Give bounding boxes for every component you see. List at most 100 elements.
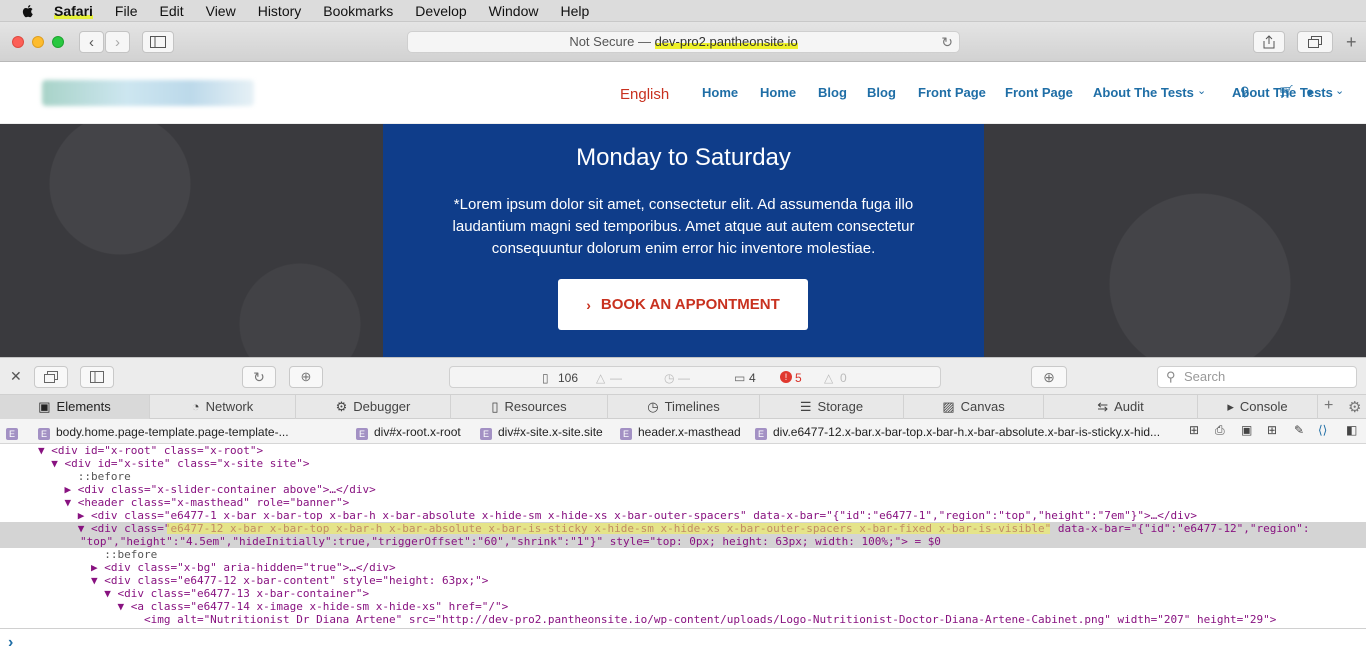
error-icon[interactable]: ! [780, 371, 792, 383]
book-appointment-button[interactable]: › BOOK AN APPONTMENT [558, 279, 808, 330]
console-prompt-icon: › [8, 634, 14, 651]
cart-icon[interactable]: 🛒︎ [1278, 84, 1295, 100]
nav-front-page[interactable]: Front Page [918, 85, 986, 100]
menu-view[interactable]: View [206, 3, 236, 19]
dom-tree: ▼ <div id="x-root" class="x-root"> ▼ <di… [0, 444, 1366, 628]
add-tab-icon[interactable]: + [1324, 397, 1333, 415]
dom-pseudo[interactable]: ::before [38, 470, 131, 483]
dom-node[interactable]: ▼ <div class="e6477-12 x-bar-content" st… [38, 574, 488, 587]
layout-icon[interactable]: ⊞ [1189, 423, 1199, 437]
web-page: English Home Home Blog Blog Front Page F… [0, 62, 1366, 357]
tab-audit[interactable]: ⇆ Audit [1044, 395, 1198, 419]
download-archive-button[interactable]: ⊕ [289, 366, 323, 388]
zoom-window-button[interactable] [52, 36, 64, 48]
bug-icon: ⚙ [335, 399, 348, 414]
message-icon[interactable]: ▭ [734, 371, 745, 385]
dom-node[interactable]: ▼ <a class="e6477-14 x-image x-hide-sm x… [38, 600, 508, 613]
forward-button[interactable]: › [105, 31, 130, 53]
reload-icon[interactable]: ↻ [941, 32, 953, 52]
breadcrumb-bar[interactable]: Ediv.e6477-12.x-bar.x-bar-top.x-bar-h.x-… [755, 425, 1160, 440]
dock-detach-button[interactable] [34, 366, 68, 388]
dom-node[interactable]: ▼ <div id="x-site" class="x-site site"> [38, 457, 309, 470]
sidebar-toggle-icon[interactable]: ◧ [1346, 423, 1357, 437]
tab-canvas[interactable]: ▨ Canvas [904, 395, 1044, 419]
audit-icon: ⇆ [1097, 399, 1109, 414]
back-button[interactable]: ‹ [79, 31, 104, 53]
tabs-overview-button[interactable] [1297, 31, 1333, 53]
console-input[interactable]: › [0, 628, 1366, 657]
dom-node[interactable]: ▼ <div class="e6477-13 x-bar-container"> [38, 587, 369, 600]
address-bar[interactable]: Not Secure — dev-pro2.pantheonsite.io ↻ [407, 31, 960, 53]
breadcrumb-label: div#x-root.x-root [374, 425, 461, 439]
close-devtools-icon[interactable]: ✕ [10, 368, 22, 385]
close-window-button[interactable] [12, 36, 24, 48]
tab-network[interactable]: ◔ Network [150, 395, 296, 419]
tab-timelines[interactable]: ◷ Timelines [608, 395, 760, 419]
breadcrumb-masthead[interactable]: Eheader.x-masthead [620, 425, 741, 440]
nav-home[interactable]: Home [702, 85, 738, 100]
inspect-element-button[interactable]: ⊕ [1031, 366, 1067, 388]
dock-side-button[interactable] [80, 366, 114, 388]
message-count[interactable]: 4 [749, 371, 756, 385]
menu-safari[interactable]: Safari [54, 2, 93, 19]
reload-page-button[interactable]: ↻ [242, 366, 276, 388]
dom-node[interactable]: ▼ <div id="x-root" class="x-root"> [38, 444, 263, 457]
dom-pseudo[interactable]: ::before [38, 548, 157, 561]
code-brackets-icon[interactable]: ⟨⟩ [1318, 423, 1327, 437]
menu-bookmarks[interactable]: Bookmarks [323, 3, 393, 19]
tab-debugger[interactable]: ⚙ Debugger [296, 395, 451, 419]
nav-about-tests[interactable]: About The Tests [1093, 85, 1194, 100]
menu-help[interactable]: Help [560, 3, 589, 19]
rendering-icon[interactable]: ▣ [1241, 423, 1252, 437]
dom-node[interactable]: ▶ <div class="x-slider-container above">… [38, 483, 375, 496]
nav-front-page-2[interactable]: Front Page [1005, 85, 1073, 100]
grid-icon[interactable]: ⊞ [1267, 423, 1277, 437]
share-button[interactable] [1253, 31, 1285, 53]
breadcrumb-site[interactable]: Ediv#x-site.x-site.site [480, 425, 603, 440]
chevron-down-icon: ⌄ [1197, 85, 1207, 97]
site-logo[interactable] [42, 80, 254, 106]
search-icon[interactable]: ⚲ [1240, 84, 1250, 100]
tab-resources[interactable]: ▯ Resources [451, 395, 608, 419]
menu-file[interactable]: File [115, 3, 138, 19]
breadcrumb-body[interactable]: Ebody.home.page-template.page-template-.… [38, 425, 289, 440]
menu-develop[interactable]: Develop [415, 3, 466, 19]
breadcrumb-root-icon[interactable]: E [6, 425, 24, 440]
language-switcher[interactable]: English [620, 86, 669, 103]
security-label: Not Secure — [569, 34, 655, 49]
breadcrumb-label: body.home.page-template.page-template-..… [56, 425, 289, 439]
dom-node[interactable]: ▶ <div class="x-bg" aria-hidden="true">…… [38, 561, 396, 574]
nav-blog-2[interactable]: Blog [867, 85, 896, 100]
sidebar-button[interactable] [142, 31, 174, 53]
account-icon[interactable]: ● [1306, 84, 1314, 99]
menu-window[interactable]: Window [489, 3, 539, 19]
new-tab-icon[interactable]: + [1346, 32, 1357, 53]
nav-blog[interactable]: Blog [818, 85, 847, 100]
address-host: dev-pro2.pantheonsite.io [654, 34, 798, 49]
activity-status: ▯ 106 △ — ◷ — ▭ 4 ! 5 △ 0 [449, 366, 941, 388]
nav-home-2[interactable]: Home [760, 85, 796, 100]
dom-node[interactable]: <img alt="Nutritionist Dr Diana Artene" … [38, 613, 1276, 626]
class-highlight-marker [167, 523, 1050, 534]
breadcrumb-root[interactable]: Ediv#x-root.x-root [356, 425, 461, 440]
settings-gear-icon[interactable]: ⚙ [1348, 398, 1361, 416]
menu-edit[interactable]: Edit [159, 3, 183, 19]
sidebar-icon [150, 36, 166, 48]
paint-icon[interactable]: ✎ [1294, 423, 1304, 437]
tab-storage[interactable]: ☰ Storage [760, 395, 904, 419]
devtools-search-input[interactable]: ⚲ Search [1157, 366, 1357, 388]
dom-node[interactable]: ▼ <header class="x-masthead" role="banne… [38, 496, 349, 509]
element-icon: E [38, 428, 50, 440]
warning-icon[interactable]: △ [824, 371, 833, 385]
hero-heading: Monday to Saturday [576, 144, 791, 171]
error-count[interactable]: 5 [795, 371, 802, 385]
dom-node[interactable]: ▶ <div class="e6477-1 x-bar x-bar-top x-… [38, 509, 1197, 522]
apple-icon[interactable] [20, 3, 36, 19]
minimize-window-button[interactable] [32, 36, 44, 48]
share-icon [1263, 35, 1275, 49]
print-icon[interactable]: ⎙ [1215, 423, 1225, 438]
tab-console[interactable]: ▸ Console [1198, 395, 1318, 419]
warning-count[interactable]: 0 [840, 371, 847, 385]
menu-history[interactable]: History [258, 3, 302, 19]
tab-elements[interactable]: ▣ Elements [0, 395, 150, 419]
